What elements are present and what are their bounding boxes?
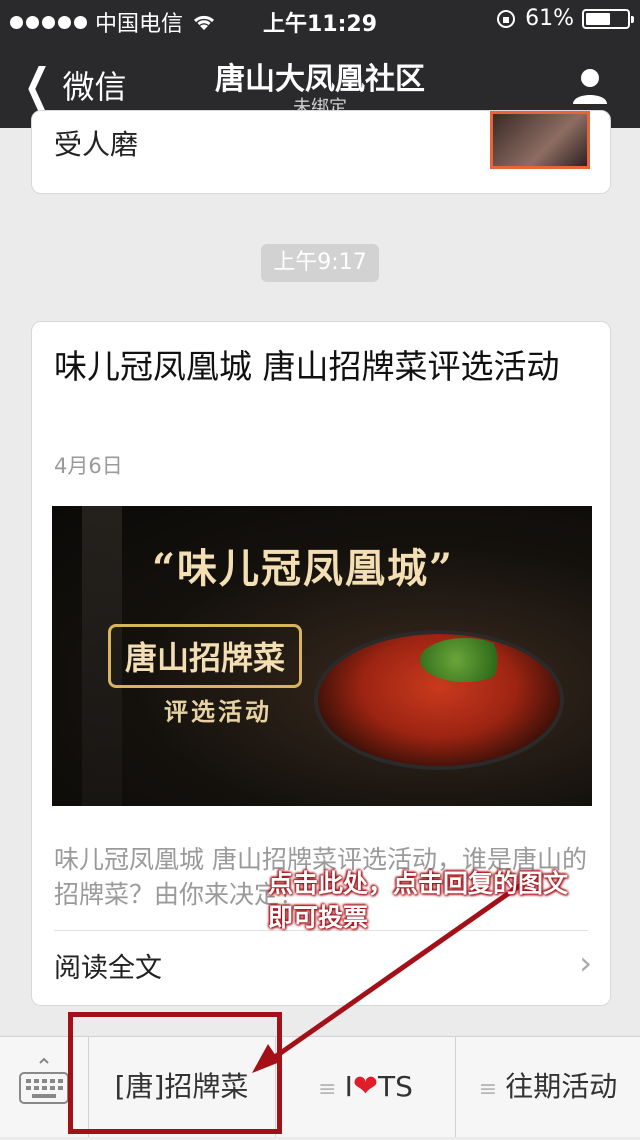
previous-article-text: 受人磨 <box>54 128 139 161</box>
top-bar: 中国电信 上午11:29 61% ❮ 微信 唐山大凤凰社区 未绑定 <box>0 0 640 128</box>
menu-list-icon: ≡ <box>318 1077 337 1102</box>
previous-article-card[interactable]: 受人磨 <box>31 110 611 194</box>
previous-article-thumbnail <box>490 111 590 169</box>
menu-item-label-suffix: TS <box>377 1070 413 1103</box>
chevron-right-icon: › <box>579 944 592 982</box>
menu-item-label-prefix: I <box>344 1070 353 1103</box>
read-all-link[interactable]: 阅读全文 <box>54 946 162 985</box>
banner-stamp: 唐山招牌菜 <box>108 624 303 688</box>
banner-greens-graphic <box>420 638 510 682</box>
status-bar: 中国电信 上午11:29 61% <box>0 0 640 40</box>
article-title: 味儿冠凤凰城 唐山招牌菜评选活动 <box>54 347 560 386</box>
menu-item-past-events[interactable]: ≡ 往期活动 <box>456 1037 640 1137</box>
article-date: 4月6日 <box>54 454 123 478</box>
heart-icon: ❤ <box>352 1069 378 1104</box>
annotation-text-line2: 即可投票 <box>268 903 369 932</box>
battery-percent: 61% <box>525 6 574 31</box>
menu-item-i-love-ts[interactable]: ≡ I❤TS <box>276 1037 456 1137</box>
banner-quote: “味儿冠凤凰城” <box>152 545 455 592</box>
annotation-text-line1: 点击此处，点击回复的图文 <box>268 869 569 898</box>
battery-icon <box>582 8 634 29</box>
menu-list-icon: ≡ <box>478 1077 498 1102</box>
status-right: 61% <box>495 6 634 31</box>
annotation-highlight-box <box>68 1012 282 1134</box>
battery-fill <box>586 12 610 25</box>
article-banner-image: “味儿冠凤凰城” 唐山招牌菜 评选活动 <box>52 506 592 806</box>
keyboard-icon <box>19 1057 69 1104</box>
page-title: 唐山大凤凰社区 <box>215 62 425 97</box>
message-time-badge: 上午9:17 <box>261 244 379 282</box>
orientation-lock-icon <box>497 9 516 28</box>
person-icon[interactable] <box>570 66 610 106</box>
menu-item-label: 往期活动 <box>505 1070 618 1103</box>
banner-subtitle: 评选活动 <box>164 698 272 726</box>
